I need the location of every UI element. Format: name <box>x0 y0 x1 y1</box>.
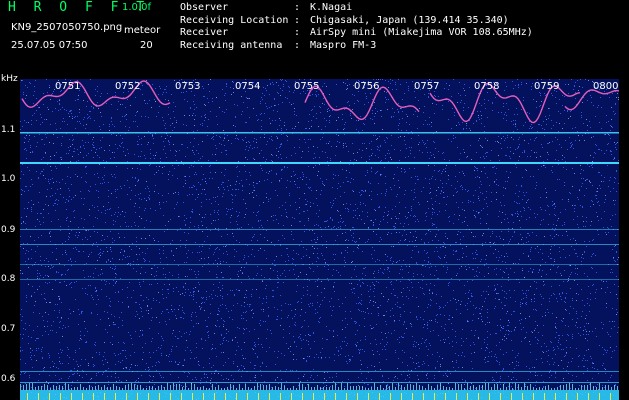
file-name: KN9_2507050750.png <box>11 22 123 33</box>
meta-row-antenna: Receiving antenna: Maspro FM-3 <box>180 39 377 51</box>
axis-unit-label: kHz <box>1 74 18 84</box>
time-label-0800: 0800 <box>593 81 619 92</box>
spectrogram-background <box>20 79 619 400</box>
carrier-line <box>20 371 619 372</box>
spectrogram-svg <box>20 79 619 400</box>
meteor-label: meteor <box>124 25 161 36</box>
meteor-count: 20 <box>140 40 153 51</box>
carrier-line <box>20 229 619 230</box>
meta-row-observer: Observer: K.Nagai <box>180 2 353 13</box>
y-label-1.1: 1.1 <box>1 125 16 135</box>
right-margin <box>619 79 629 400</box>
carrier-line <box>20 244 619 245</box>
y-label-0.6: 0.6 <box>1 374 16 384</box>
time-label-0754: 0754 <box>235 81 261 92</box>
time-label-0752: 0752 <box>115 81 141 92</box>
meta-row-receiver: Receiver: AirSpy mini (Miakejima VOR 108.… <box>180 27 533 38</box>
carrier-line <box>20 382 619 383</box>
header-panel: H R O F F T 1.0.0f KN9_2507050750.png 25… <box>0 0 629 74</box>
meta-row-location: Receiving Location: Chigasaki, Japan (139… <box>180 14 509 26</box>
y-label-1.0: 1.0 <box>1 174 16 184</box>
station-info: Observer: K.Nagai Receiving Location: Chig… <box>180 2 533 52</box>
app-version: 1.0.0f <box>122 2 151 13</box>
bottom-band <box>20 390 619 400</box>
spectrogram-plot <box>20 79 619 400</box>
carrier-line <box>20 279 619 280</box>
time-label-0758: 0758 <box>474 81 500 92</box>
time-label-0755: 0755 <box>294 81 320 92</box>
y-label-0.8: 0.8 <box>1 274 16 284</box>
carrier-line <box>20 264 619 265</box>
y-label-0.9: 0.9 <box>1 225 16 235</box>
time-label-0756: 0756 <box>354 81 380 92</box>
carrier-line <box>20 162 619 164</box>
time-label-0751: 0751 <box>55 81 81 92</box>
y-label-0.7: 0.7 <box>1 324 16 334</box>
capture-datetime: 25.07.05 07:50 <box>11 40 88 51</box>
time-label-0759: 0759 <box>534 81 560 92</box>
time-label-0757: 0757 <box>414 81 440 92</box>
carrier-line <box>20 132 619 134</box>
time-label-0753: 0753 <box>175 81 201 92</box>
